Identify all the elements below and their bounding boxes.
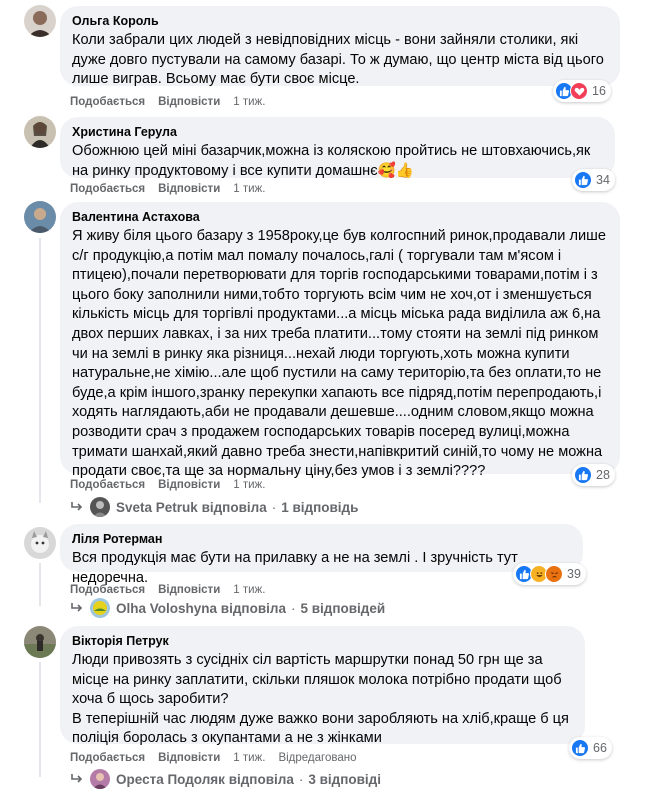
reply-verb: відповіла bbox=[228, 771, 294, 787]
comment-actions: Подобається Відповісти 1 тиж. bbox=[70, 95, 278, 109]
comment-author[interactable]: Ліля Ротерман bbox=[72, 531, 571, 547]
timestamp[interactable]: 1 тиж. bbox=[233, 95, 265, 109]
timestamp[interactable]: 1 тиж. bbox=[233, 751, 265, 765]
reply-verb: відповіла bbox=[220, 600, 286, 616]
reply-button[interactable]: Відповісти bbox=[158, 95, 220, 109]
avatar[interactable] bbox=[24, 5, 56, 37]
reactions-summary[interactable]: 28 bbox=[572, 464, 615, 486]
reaction-count: 34 bbox=[596, 173, 610, 187]
reply-arrow-icon bbox=[71, 603, 83, 612]
comment-text: Коли забрали цих людей з невідповідних м… bbox=[72, 32, 604, 88]
angry-icon bbox=[545, 565, 563, 583]
reactions-summary[interactable]: 66 bbox=[569, 737, 612, 759]
separator: · bbox=[290, 600, 296, 616]
reply-button[interactable]: Відповісти bbox=[158, 478, 220, 492]
reply-author: Olha Voloshyna bbox=[116, 600, 218, 616]
comment-text-paragraph: В теперішній час людям дуже важко вони з… bbox=[72, 710, 569, 747]
reply-author: Ореста Подоляк bbox=[116, 771, 225, 787]
edited-label: Відредаговано bbox=[278, 752, 357, 764]
reply-count: 3 відповіді bbox=[308, 771, 381, 787]
comment-bubble: Ольга Король Коли забрали цих людей з не… bbox=[60, 6, 620, 87]
like-icon bbox=[574, 171, 592, 189]
reply-verb: відповіла bbox=[201, 499, 267, 515]
comment-author[interactable]: Вікторія Петрук bbox=[72, 633, 573, 649]
comment-author[interactable]: Христина Герула bbox=[72, 124, 603, 140]
like-button[interactable]: Подобається bbox=[70, 478, 145, 492]
reply-author-avatar bbox=[90, 497, 110, 517]
comment-actions: Подобається Відповісти 1 тиж. bbox=[70, 182, 278, 196]
comment-text: Я живу біля цього базару з 1958року,це б… bbox=[72, 228, 606, 480]
view-replies-link[interactable]: Olha Voloshyna відповіла · 5 відповідей bbox=[70, 598, 385, 618]
like-button[interactable]: Подобається bbox=[70, 583, 145, 597]
reply-author-avatar bbox=[90, 598, 110, 618]
timestamp[interactable]: 1 тиж. bbox=[233, 478, 265, 492]
comment-text: Люди привозять з сусідніх сіл вартість м… bbox=[72, 652, 562, 708]
reaction-count: 66 bbox=[593, 741, 607, 755]
comment-bubble: Валентина Астахова Я живу біля цього баз… bbox=[60, 202, 620, 479]
comment-bubble: Ліля Ротерман Вся продукція має бути на … bbox=[60, 524, 583, 586]
separator: · bbox=[271, 499, 277, 515]
avatar[interactable] bbox=[24, 527, 56, 559]
avatar[interactable] bbox=[24, 626, 56, 658]
thread-line bbox=[39, 563, 41, 606]
comment-bubble: Вікторія Петрук Люди привозять з сусідні… bbox=[60, 626, 585, 746]
like-icon bbox=[574, 466, 592, 484]
comment-actions: Подобається Відповісти 1 тиж. bbox=[70, 583, 278, 597]
love-icon bbox=[570, 82, 588, 100]
reply-button[interactable]: Відповісти bbox=[158, 583, 220, 597]
reply-button[interactable]: Відповісти bbox=[158, 751, 220, 765]
reaction-count: 28 bbox=[596, 468, 610, 482]
like-button[interactable]: Подобається bbox=[70, 95, 145, 109]
like-icon bbox=[571, 739, 589, 757]
separator: · bbox=[298, 771, 304, 787]
timestamp[interactable]: 1 тиж. bbox=[233, 583, 265, 597]
comment-actions: Подобається Відповісти 1 тиж. bbox=[70, 478, 278, 492]
view-replies-link[interactable]: Sveta Petruk відповіла · 1 відповідь bbox=[70, 497, 358, 517]
like-button[interactable]: Подобається bbox=[70, 182, 145, 196]
thread-line bbox=[39, 662, 41, 777]
reply-author: Sveta Petruk bbox=[116, 499, 198, 515]
thread-line bbox=[39, 238, 41, 503]
reply-count: 5 відповідей bbox=[300, 600, 386, 616]
reaction-count: 16 bbox=[592, 84, 606, 98]
like-button[interactable]: Подобається bbox=[70, 751, 145, 765]
comment-author[interactable]: Ольга Король bbox=[72, 13, 608, 29]
avatar[interactable] bbox=[24, 116, 56, 148]
reply-arrow-icon bbox=[71, 774, 83, 783]
reactions-summary[interactable]: 34 bbox=[572, 169, 615, 191]
reply-author-avatar bbox=[90, 769, 110, 789]
reply-count: 1 відповідь bbox=[281, 499, 359, 515]
avatar[interactable] bbox=[24, 201, 56, 233]
reply-button[interactable]: Відповісти bbox=[158, 182, 220, 196]
timestamp[interactable]: 1 тиж. bbox=[233, 182, 265, 196]
reactions-summary[interactable]: 39 bbox=[513, 563, 586, 585]
reply-arrow-icon bbox=[71, 502, 83, 511]
comment-text: Обожнюю цей міні базарчик,можна із коляс… bbox=[72, 143, 591, 179]
comment-bubble: Христина Герула Обожнюю цей міні базарчи… bbox=[60, 117, 615, 179]
view-replies-link[interactable]: Ореста Подоляк відповіла · 3 відповіді bbox=[70, 769, 381, 789]
reaction-count: 39 bbox=[567, 567, 581, 581]
comment-author[interactable]: Валентина Астахова bbox=[72, 209, 608, 225]
comment-actions: Подобається Відповісти 1 тиж. Відредаговано bbox=[70, 751, 369, 765]
reactions-summary[interactable]: 16 bbox=[553, 80, 611, 102]
